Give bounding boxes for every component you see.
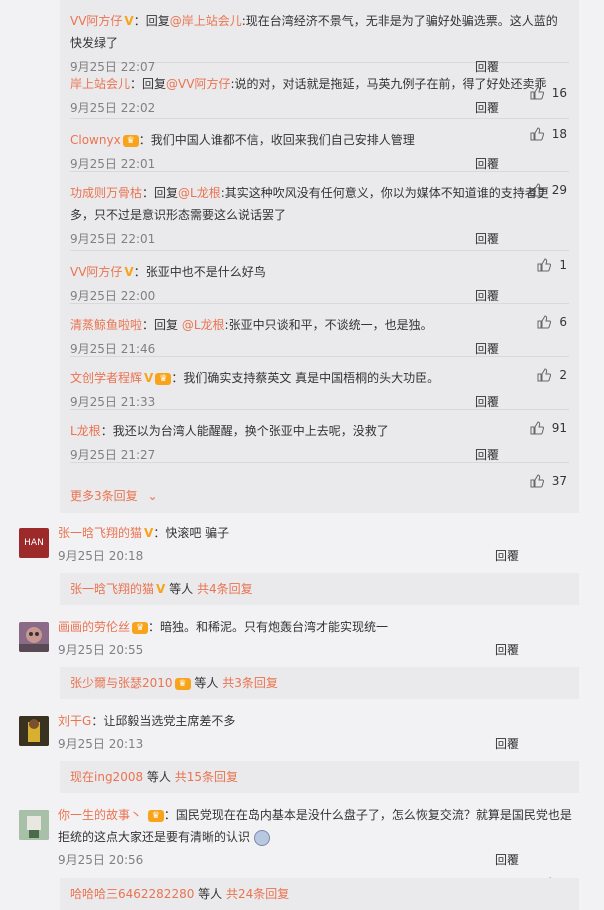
avatar[interactable] xyxy=(19,810,49,840)
avatar[interactable] xyxy=(19,622,49,652)
reply-text: :张亚中只谈和平，不谈统一，也是独。 xyxy=(224,318,433,332)
reply-button[interactable]: 回覆 xyxy=(475,442,499,468)
timestamp: 9月25日 20:18 xyxy=(58,549,144,563)
reply-button[interactable]: 回覆 xyxy=(495,732,519,756)
timestamp: 9月25日 20:55 xyxy=(58,643,144,657)
level-badge-icon: ♛ xyxy=(122,134,139,147)
level-badge-icon: ♛ xyxy=(155,372,172,385)
mention-link[interactable]: @L龙根 xyxy=(182,318,225,332)
user-link[interactable]: 清蒸鲸鱼啦啦 xyxy=(70,318,142,332)
timestamp: 9月25日 20:13 xyxy=(58,737,144,751)
timestamp: 9月25日 22:00 xyxy=(70,289,156,303)
avatar[interactable] xyxy=(19,716,49,746)
comment-text: ：快滚吧 骗子 xyxy=(153,526,230,540)
user-link[interactable]: 刘干G xyxy=(58,714,91,728)
like-count: 37 xyxy=(551,474,567,488)
level-badge-icon: ♛ xyxy=(147,809,164,822)
mention-link[interactable]: @L龙根 xyxy=(178,186,221,200)
reply-button[interactable]: 回覆 xyxy=(495,638,519,662)
user-link[interactable]: 岸上站会儿 xyxy=(70,77,130,91)
reply-summary[interactable]: 哈哈哈三6462282280 等人 共24条回复 xyxy=(60,878,579,910)
reply-text: 张亚中也不是什么好鸟 xyxy=(145,265,266,279)
reply-summary[interactable]: 张少爾与张瑟2010 ♛ 等人 共3条回复 xyxy=(60,667,579,699)
avatar[interactable]: HAN xyxy=(19,528,49,558)
like-button[interactable]: 37 xyxy=(530,468,567,494)
user-link[interactable]: 张一晗飞翔的猫 xyxy=(58,526,142,540)
reply-button[interactable]: 回覆 xyxy=(495,544,519,568)
reply-text: 我们确实支持蔡英文 真是中国梧桐的头大功臣。 xyxy=(183,371,440,385)
list-item: VV阿方仔 V：张亚中也不是什么好鸟 9月25日 22:00 回覆 6 xyxy=(70,251,569,329)
reply-text: :说的对，对话就是拖延，马英九例子在前，得了好处还卖乖 xyxy=(230,77,547,91)
nested-replies: VV阿方仔 V：回复@岸上站会儿:现在台湾经济不景气，无非是为了骗好处骗选票。这人… xyxy=(60,0,579,513)
user-link[interactable]: VV阿方仔 xyxy=(70,14,122,28)
level-badge-icon: ♛ xyxy=(174,677,191,690)
reply-button[interactable]: 回覆 xyxy=(475,95,499,121)
list-item: L龙根：我还以为台湾人能醒醒，换个张亚中上去呢，没救了 9月25日 21:27 … xyxy=(70,410,569,488)
list-item: 岸上站会儿：回复@VV阿方仔:说的对，对话就是拖延，马英九例子在前，得了好处还卖… xyxy=(70,63,569,141)
thumbs-up-icon xyxy=(530,474,544,488)
list-item: VV阿方仔 V：回复@岸上站会儿:现在台湾经济不景气，无非是为了骗好处骗选票。这人… xyxy=(70,0,569,100)
avatar-image xyxy=(19,716,49,746)
user-link[interactable]: Clownyx xyxy=(70,133,121,147)
reply-summary[interactable]: 现在ing2008 等人 共15条回复 xyxy=(60,761,579,793)
list-item: 功成则万骨枯：回复@L龙根:其实这种吹风没有任何意义，你以为媒体不知道谁的支持者… xyxy=(70,172,569,272)
avatar-image xyxy=(19,627,49,652)
emoji-icon xyxy=(253,829,270,846)
chevron-down-icon: ⌄ xyxy=(147,489,158,503)
user-link[interactable]: 画画的劳伦丝 xyxy=(58,620,130,634)
reply-button[interactable]: 回覆 xyxy=(475,226,499,252)
reply-button[interactable]: 回覆 xyxy=(495,848,519,872)
mention-link[interactable]: @岸上站会儿 xyxy=(170,14,242,28)
timestamp: 9月25日 22:01 xyxy=(70,232,156,246)
list-item: 文创学者程辉 V ♛ ：我们确实支持蔡英文 真是中国梧桐的头大功臣。 9月25日 21… xyxy=(70,357,569,435)
v-badge-icon: V xyxy=(124,265,134,279)
v-badge-icon: V xyxy=(144,371,154,385)
user-link[interactable]: L龙根 xyxy=(70,424,101,438)
comment-feed: VV阿方仔 V：回复@岸上站会儿:现在台湾经济不景气，无非是为了骗好处骗选票。这人… xyxy=(0,0,604,910)
reply-text: 我还以为台湾人能醒醒，换个张亚中上去呢，没救了 xyxy=(112,424,389,438)
list-item: Clownyx ♛ ：我们中国人谁都不信，收回来我们自己安排人管理 9月25日 22… xyxy=(70,119,569,197)
reply-summary[interactable]: 张一晗飞翔的猫 V 等人 共4条回复 xyxy=(60,573,579,605)
user-link[interactable]: 功成则万骨枯 xyxy=(70,186,142,200)
level-badge-icon: ♛ xyxy=(132,621,149,634)
timestamp: 9月25日 20:56 xyxy=(58,853,144,867)
comment-text: ：让邱毅当选党主席差不多 xyxy=(91,714,236,728)
mention-link[interactable]: @VV阿方仔 xyxy=(166,77,230,91)
reply-text: 我们中国人谁都不信，收回来我们自己安排人管理 xyxy=(150,133,415,147)
avatar-image xyxy=(19,810,49,840)
comment-text: ：暗独。和稀泥。只有炮轰台湾才能实现统一 xyxy=(148,620,389,634)
user-link[interactable]: 文创学者程辉 xyxy=(70,371,142,385)
timestamp: 9月25日 22:01 xyxy=(70,157,156,171)
v-badge-icon: V xyxy=(124,14,134,28)
timestamp: 9月25日 21:27 xyxy=(70,448,156,462)
v-badge-icon: V xyxy=(156,582,166,596)
timestamp: 9月25日 21:33 xyxy=(70,395,156,409)
list-item: 清蒸鲸鱼啦啦：回复 @L龙根:张亚中只谈和平，不谈统一，也是独。 9月25日 2… xyxy=(70,304,569,382)
timestamp: 9月25日 21:46 xyxy=(70,342,156,356)
user-link[interactable]: VV阿方仔 xyxy=(70,265,122,279)
user-link[interactable]: 你一生的故事丶 xyxy=(58,808,142,822)
more-replies-link[interactable]: 更多3条回复 ⌄ xyxy=(70,487,158,504)
v-badge-icon: V xyxy=(144,526,154,540)
timestamp: 9月25日 22:02 xyxy=(70,101,156,115)
